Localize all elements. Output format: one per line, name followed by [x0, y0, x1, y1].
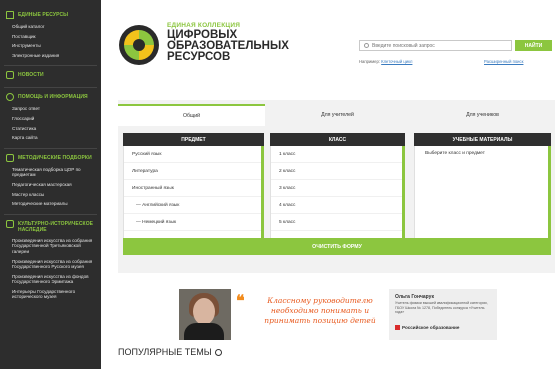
- book-icon: [6, 153, 14, 162]
- photo-body: [184, 323, 224, 340]
- sidebar-item-provider[interactable]: Поставщик: [6, 32, 97, 42]
- list-item[interactable]: 5 класс: [271, 214, 402, 231]
- sidebar-heading-resources[interactable]: Единые Ресурсы: [6, 10, 97, 22]
- photo-face: [193, 298, 215, 325]
- grade-column-header: Класс: [270, 133, 405, 146]
- subject-list[interactable]: Русский язык Литература Иностранный язык…: [123, 146, 264, 240]
- sidebar-item-russian-museum[interactable]: Произведения искусства из собрания Госуд…: [6, 257, 97, 272]
- sidebar-section-resources: Единые Ресурсы Общий каталог Поставщик И…: [0, 10, 101, 60]
- sidebar: Единые Ресурсы Общий каталог Поставщик И…: [0, 0, 101, 369]
- sidebar-item-statistics[interactable]: Статистика: [6, 124, 97, 134]
- sidebar-item-glossary[interactable]: Глоссарий: [6, 114, 97, 124]
- list-item[interactable]: 2 класс: [271, 163, 402, 180]
- list-item[interactable]: Иностранный язык: [124, 180, 261, 197]
- catalog-tabs: Общий Для учителей Для учеников: [118, 104, 555, 126]
- sidebar-item-sitemap[interactable]: Карта сайта: [6, 133, 97, 143]
- tab-general[interactable]: Общий: [118, 104, 265, 126]
- brand-subtitle: Единая коллекция: [167, 22, 241, 29]
- list-item[interactable]: — Английский язык: [124, 197, 261, 214]
- info-icon[interactable]: [214, 348, 222, 356]
- search-box[interactable]: [359, 40, 512, 51]
- popular-topics-heading: Популярные темы: [118, 347, 222, 357]
- sidebar-heading-methods[interactable]: Методические подборки: [6, 153, 97, 165]
- subject-column: Предмет Русский язык Литература Иностран…: [123, 133, 264, 240]
- sidebar-item-workshop[interactable]: Педагогическая мастерская: [6, 180, 97, 190]
- sidebar-heading-help[interactable]: Помощь и информация: [6, 92, 97, 104]
- grade-column: Класс 1 класс 2 класс 3 класс 4 класс 5 …: [270, 133, 405, 240]
- list-item[interactable]: — Немецкий язык: [124, 214, 261, 231]
- sidebar-item-tools[interactable]: Инструменты: [6, 41, 97, 51]
- grade-list[interactable]: 1 класс 2 класс 3 класс 4 класс 5 класс: [270, 146, 405, 240]
- sidebar-section-heritage: Культурно-историческое наследие Произвед…: [0, 219, 101, 302]
- home-icon: [6, 11, 14, 19]
- sidebar-item-faq[interactable]: Запрос ответ: [6, 104, 97, 114]
- sidebar-item-hermitage[interactable]: Произведения искусства из фондов Государ…: [6, 272, 97, 287]
- sidebar-divider: [4, 213, 97, 215]
- tab-teachers[interactable]: Для учителей: [265, 104, 410, 126]
- popular-topics-title: Популярные темы: [118, 347, 212, 357]
- materials-column-header: Учебные материалы: [414, 133, 551, 146]
- sidebar-section-news: Новости: [0, 70, 101, 82]
- list-item[interactable]: Литература: [124, 163, 261, 180]
- list-item[interactable]: 1 класс: [271, 146, 402, 163]
- sidebar-item-masterclasses[interactable]: Мастер классы: [6, 190, 97, 200]
- sidebar-divider: [4, 65, 97, 67]
- list-item[interactable]: Русский язык: [124, 146, 261, 163]
- search-icon: [364, 43, 369, 48]
- sidebar-item-history-museum[interactable]: Интерьеры Государственного исторического…: [6, 287, 97, 302]
- tab-students[interactable]: Для учеников: [410, 104, 555, 126]
- list-item[interactable]: 3 класс: [271, 180, 402, 197]
- help-icon: [6, 93, 14, 102]
- brand-title[interactable]: Цифровых образовательных ресурсов: [167, 29, 297, 63]
- banner-org-label: Российское образование: [402, 325, 460, 330]
- search-input[interactable]: [372, 41, 502, 50]
- list-item[interactable]: 4 класс: [271, 197, 402, 214]
- flag-icon: [395, 325, 400, 330]
- materials-hint: Выберите класс и предмет: [425, 151, 485, 156]
- heritage-icon: [6, 219, 14, 228]
- search-example: Например: Клеточный цикл: [359, 59, 412, 64]
- sidebar-item-editions[interactable]: Электронные издания: [6, 51, 97, 61]
- sidebar-item-tretyakov[interactable]: Произведения искусства из собрания Госуд…: [6, 236, 97, 257]
- advanced-search-link[interactable]: Расширенный поиск: [484, 59, 523, 64]
- search-button[interactable]: Найти: [515, 40, 552, 51]
- clear-form-button[interactable]: Очистить форму: [123, 238, 551, 255]
- banner-quote-area: ❝ Классному руководителю необходимо пони…: [179, 289, 389, 340]
- sidebar-section-help: Помощь и информация Запрос ответ Глоссар…: [0, 92, 101, 142]
- banner-person-description: Учитель физики высшей квалификационной к…: [395, 301, 488, 315]
- search-example-link[interactable]: Клеточный цикл: [381, 59, 412, 64]
- sidebar-item-subject-sets[interactable]: Тематическая подборка ЦОР по предметам: [6, 165, 97, 180]
- sidebar-divider: [4, 87, 97, 89]
- banner-organization: Российское образование: [395, 325, 459, 330]
- sidebar-heading-news[interactable]: Новости: [6, 70, 97, 82]
- news-icon: [6, 71, 14, 80]
- materials-column: Учебные материалы Выберите класс и предм…: [414, 133, 551, 240]
- banner-quote: Классному руководителю необходимо понима…: [264, 296, 376, 325]
- subject-column-header: Предмет: [123, 133, 264, 146]
- promo-banner[interactable]: ❝ Классному руководителю необходимо пони…: [179, 289, 497, 340]
- search-example-label: Например:: [359, 59, 380, 64]
- quote-icon: ❝: [236, 291, 245, 310]
- banner-photo: [179, 289, 231, 340]
- sidebar-item-method-materials[interactable]: Методические материалы: [6, 199, 97, 209]
- site-logo[interactable]: [118, 24, 160, 66]
- sidebar-item-catalog[interactable]: Общий каталог: [6, 22, 97, 32]
- banner-person-name: Ольга Гончарук: [395, 294, 434, 300]
- sidebar-divider: [4, 147, 97, 149]
- materials-list: Выберите класс и предмет: [414, 146, 551, 240]
- sidebar-section-methods: Методические подборки Тематическая подбо…: [0, 153, 101, 209]
- sidebar-heading-heritage[interactable]: Культурно-историческое наследие: [6, 219, 97, 236]
